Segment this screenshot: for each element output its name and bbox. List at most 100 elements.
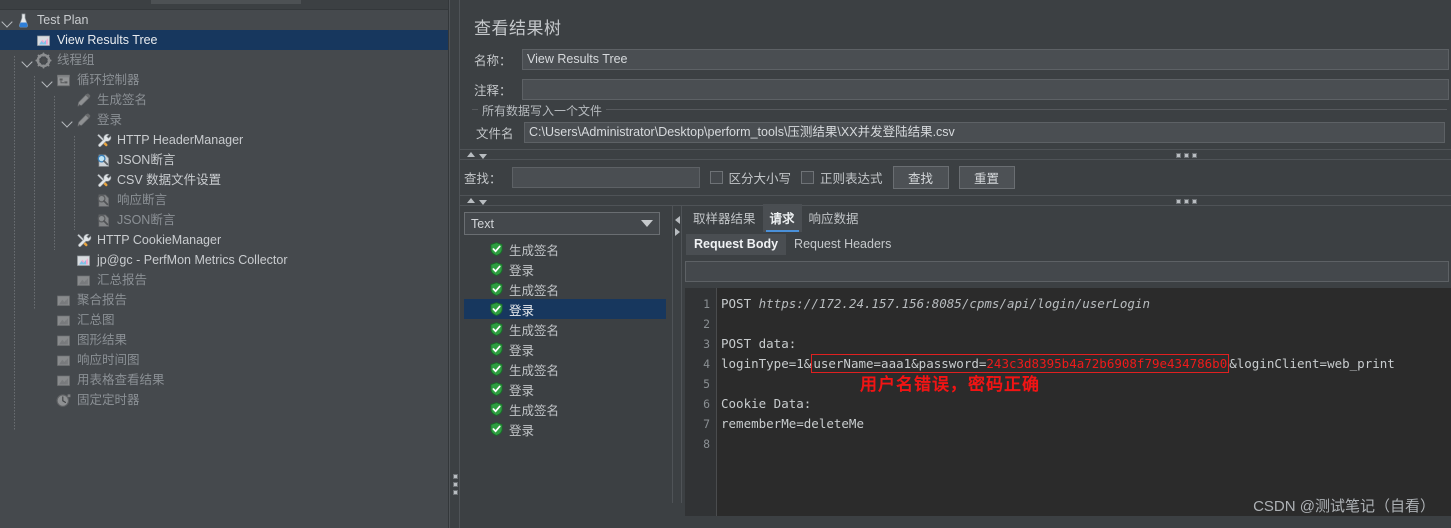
request-subtabs[interactable]: Request Body Request Headers: [682, 233, 1451, 255]
tree-item-label: 聚合报告: [77, 293, 128, 307]
page-title: 查看结果树: [474, 19, 562, 38]
search-input[interactable]: [511, 167, 700, 188]
reset-button[interactable]: 重置: [958, 166, 1015, 189]
detail-tab[interactable]: 响应数据: [802, 204, 866, 232]
result-row[interactable]: 生成签名: [464, 319, 666, 339]
listener-icon: [55, 352, 72, 369]
tree-item-14[interactable]: 聚合报告: [0, 290, 448, 310]
name-input[interactable]: View Results Tree: [522, 49, 1449, 70]
post-data-prefix: loginType=1&: [721, 356, 812, 371]
tree-item-3[interactable]: 循环控制器: [0, 70, 448, 90]
sample-results-list[interactable]: 生成签名 登录 生成签名 登录 生成签名 登录 生成签名 登录 生成签名 登录: [464, 239, 666, 439]
tree-item-1[interactable]: View Results Tree: [0, 30, 448, 50]
tree-item-15[interactable]: 汇总图: [0, 310, 448, 330]
filename-input[interactable]: C:\Users\Administrator\Desktop\perform_t…: [524, 122, 1445, 143]
request-subtab[interactable]: Request Body: [686, 234, 787, 255]
result-row-label: 登录: [509, 303, 535, 318]
success-shield-icon: [490, 342, 503, 356]
splitter-grip[interactable]: [453, 474, 458, 495]
case-sensitive-label: 区分大小写: [728, 172, 792, 186]
line-number: 5: [703, 377, 710, 391]
renderer-select-value: Text: [471, 216, 494, 231]
splitter-collapse-arrows[interactable]: [467, 152, 487, 159]
tree-item-0[interactable]: Test Plan: [0, 10, 448, 30]
chevron-down-icon[interactable]: [62, 115, 73, 126]
chevron-left-icon[interactable]: [675, 216, 680, 224]
result-row[interactable]: 生成签名: [464, 279, 666, 299]
result-row[interactable]: 生成签名: [464, 239, 666, 259]
regex-checkbox[interactable]: 正则表达式: [801, 168, 883, 187]
splitter-collapse-arrows[interactable]: [467, 198, 487, 205]
result-row[interactable]: 登录: [464, 419, 666, 439]
tree-item-11[interactable]: HTTP CookieManager: [0, 230, 448, 250]
checkbox-box[interactable]: [801, 171, 815, 184]
tree-item-label: 用表格查看结果: [77, 373, 165, 387]
chevron-down-icon[interactable]: [22, 55, 33, 66]
tree-item-10[interactable]: JSON断言: [0, 210, 448, 230]
tree-item-9[interactable]: 响应断言: [0, 190, 448, 210]
result-row[interactable]: 登录: [464, 299, 666, 319]
tree-item-17[interactable]: 响应时间图: [0, 350, 448, 370]
tree-item-19[interactable]: 固定定时器: [0, 390, 448, 410]
comment-input[interactable]: [522, 79, 1449, 100]
case-sensitive-checkbox[interactable]: 区分大小写: [709, 168, 792, 187]
result-row[interactable]: 生成签名: [464, 399, 666, 419]
result-row[interactable]: 生成签名: [464, 359, 666, 379]
testplan-icon: [15, 12, 32, 29]
splitter-grip-dots[interactable]: [1176, 199, 1197, 204]
assertion-icon: [95, 152, 112, 169]
detail-tab[interactable]: 请求: [762, 204, 802, 232]
results-and-detail: Text 生成签名 登录 生成签名 登录 生成签名 登录 生成签名 登录 生成签名 登录 取样器结…: [460, 204, 1451, 516]
name-label: 名称：: [474, 54, 512, 68]
tree-item-13[interactable]: 汇总报告: [0, 270, 448, 290]
timer-icon: [55, 392, 72, 409]
code-line-4: loginType=1& userName=aaa1&password=243c3…: [721, 354, 1451, 374]
sampler-icon: [75, 112, 92, 129]
tree-item-6[interactable]: HTTP HeaderManager: [0, 130, 448, 150]
sampler-icon: [75, 92, 92, 109]
vertical-splitter[interactable]: [449, 0, 460, 528]
tree-item-8[interactable]: CSV 数据文件设置: [0, 170, 448, 190]
tree-item-7[interactable]: JSON断言: [0, 150, 448, 170]
result-row-label: 登录: [509, 383, 535, 398]
tree-item-label: 汇总报告: [97, 273, 148, 287]
tree-guide-line: [74, 136, 75, 230]
tree-item-label: View Results Tree: [57, 33, 158, 47]
detail-tabs[interactable]: 取样器结果 请求 响应数据: [682, 204, 1451, 232]
upper-splitter[interactable]: [460, 149, 1451, 160]
tree-item-16[interactable]: 图形结果: [0, 330, 448, 350]
detail-search-input[interactable]: [685, 261, 1449, 282]
chevron-down-icon[interactable]: [42, 75, 53, 86]
tree-item-2[interactable]: 线程组: [0, 50, 448, 70]
tree-item-5[interactable]: 登录: [0, 110, 448, 130]
tree-item-18[interactable]: 用表格查看结果: [0, 370, 448, 390]
tree-item-4[interactable]: 生成签名: [0, 90, 448, 110]
test-plan-tree[interactable]: Test Plan View Results Tree 线程组 循环控制器 生成签名登录…: [0, 10, 448, 430]
renderer-select[interactable]: Text: [464, 212, 660, 235]
result-row[interactable]: 登录: [464, 259, 666, 279]
checkbox-box[interactable]: [709, 171, 723, 184]
results-detail-splitter[interactable]: [672, 206, 682, 503]
lower-splitter[interactable]: [460, 195, 1451, 206]
find-button[interactable]: 查找: [892, 166, 949, 189]
chevron-right-icon[interactable]: [675, 228, 680, 236]
request-body-viewer[interactable]: 1 2 3 4 5 6 7 8 POST https://172.24.157.156:808…: [685, 288, 1451, 516]
detail-tab[interactable]: 取样器结果: [686, 204, 763, 232]
tree-item-12[interactable]: jp@gc - PerfMon Metrics Collector: [0, 250, 448, 270]
result-row-label: 登录: [509, 263, 535, 278]
splitter-grip-dots[interactable]: [1176, 153, 1197, 158]
chevron-down-icon[interactable]: [2, 15, 13, 26]
request-subtab[interactable]: Request Headers: [786, 234, 899, 255]
test-plan-tree-panel[interactable]: Test Plan View Results Tree 线程组 循环控制器 生成签名登录…: [0, 0, 449, 528]
tree-item-label: Test Plan: [37, 13, 89, 27]
success-shield-icon: [490, 282, 503, 296]
result-row[interactable]: 登录: [464, 379, 666, 399]
tree-item-label: 登录: [97, 113, 123, 127]
result-row[interactable]: 登录: [464, 339, 666, 359]
